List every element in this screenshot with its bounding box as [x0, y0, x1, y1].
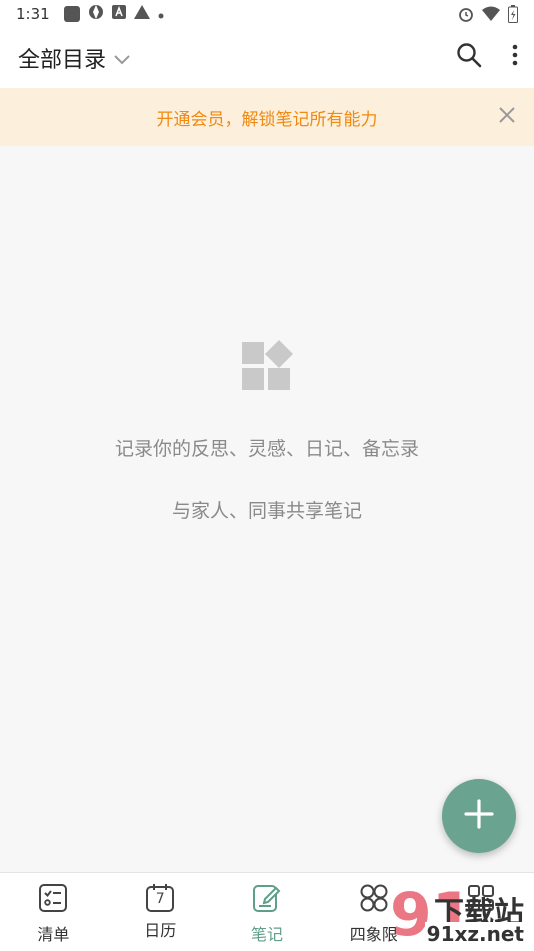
bottom-tab-bar: 清单 7 日历 笔记 四象限 其他: [0, 872, 534, 951]
tab-label: 清单: [37, 925, 70, 944]
add-note-button[interactable]: [442, 779, 516, 853]
alarm-icon: [458, 6, 474, 26]
font-a-icon: [111, 5, 126, 23]
tab-label: 其他: [464, 925, 497, 944]
empty-state-line2: 与家人、同事共享笔记: [171, 500, 362, 522]
quadrant-icon: [359, 883, 389, 917]
status-notification-icons: [63, 4, 164, 24]
close-icon[interactable]: [498, 106, 516, 128]
more-icon: [466, 883, 496, 917]
tab-label: 日历: [144, 921, 177, 940]
chevron-down-icon: [114, 46, 130, 71]
plus-icon: [464, 799, 494, 833]
tab-notes[interactable]: 笔记: [214, 873, 321, 951]
app-bar: 全部目录: [0, 28, 534, 88]
tab-more[interactable]: 其他: [427, 873, 534, 951]
app-notification-icon: [63, 6, 80, 22]
note-icon: [252, 883, 282, 917]
battery-icon: [508, 5, 518, 27]
status-system-icons: [458, 5, 518, 27]
tab-quadrant[interactable]: 四象限: [320, 873, 427, 951]
wifi-icon: [482, 6, 500, 26]
page-title: 全部目录: [18, 48, 107, 73]
banner-text[interactable]: 开通会员，解锁笔记所有能力: [157, 105, 378, 130]
status-time: 1:31: [16, 5, 50, 23]
tab-calendar[interactable]: 7 日历: [107, 873, 214, 951]
tab-label: 笔记: [250, 925, 283, 944]
more-options-icon[interactable]: [512, 44, 518, 70]
directory-dropdown[interactable]: 全部目录: [18, 42, 130, 74]
membership-banner[interactable]: 开通会员，解锁笔记所有能力: [0, 88, 534, 146]
calendar-icon: 7: [145, 883, 175, 913]
widgets-icon: [240, 340, 294, 392]
aperture-icon: [88, 4, 104, 24]
calendar-day: 7: [155, 891, 165, 907]
warning-triangle-icon: [133, 5, 150, 23]
checklist-icon: [38, 883, 68, 917]
empty-state-line1: 记录你的反思、灵感、日记、备忘录: [114, 438, 419, 460]
tab-checklist[interactable]: 清单: [0, 873, 107, 951]
tab-label: 四象限: [349, 925, 398, 944]
status-bar: 1:31: [0, 0, 534, 28]
dot-icon: [158, 5, 164, 23]
search-icon[interactable]: [456, 42, 482, 72]
